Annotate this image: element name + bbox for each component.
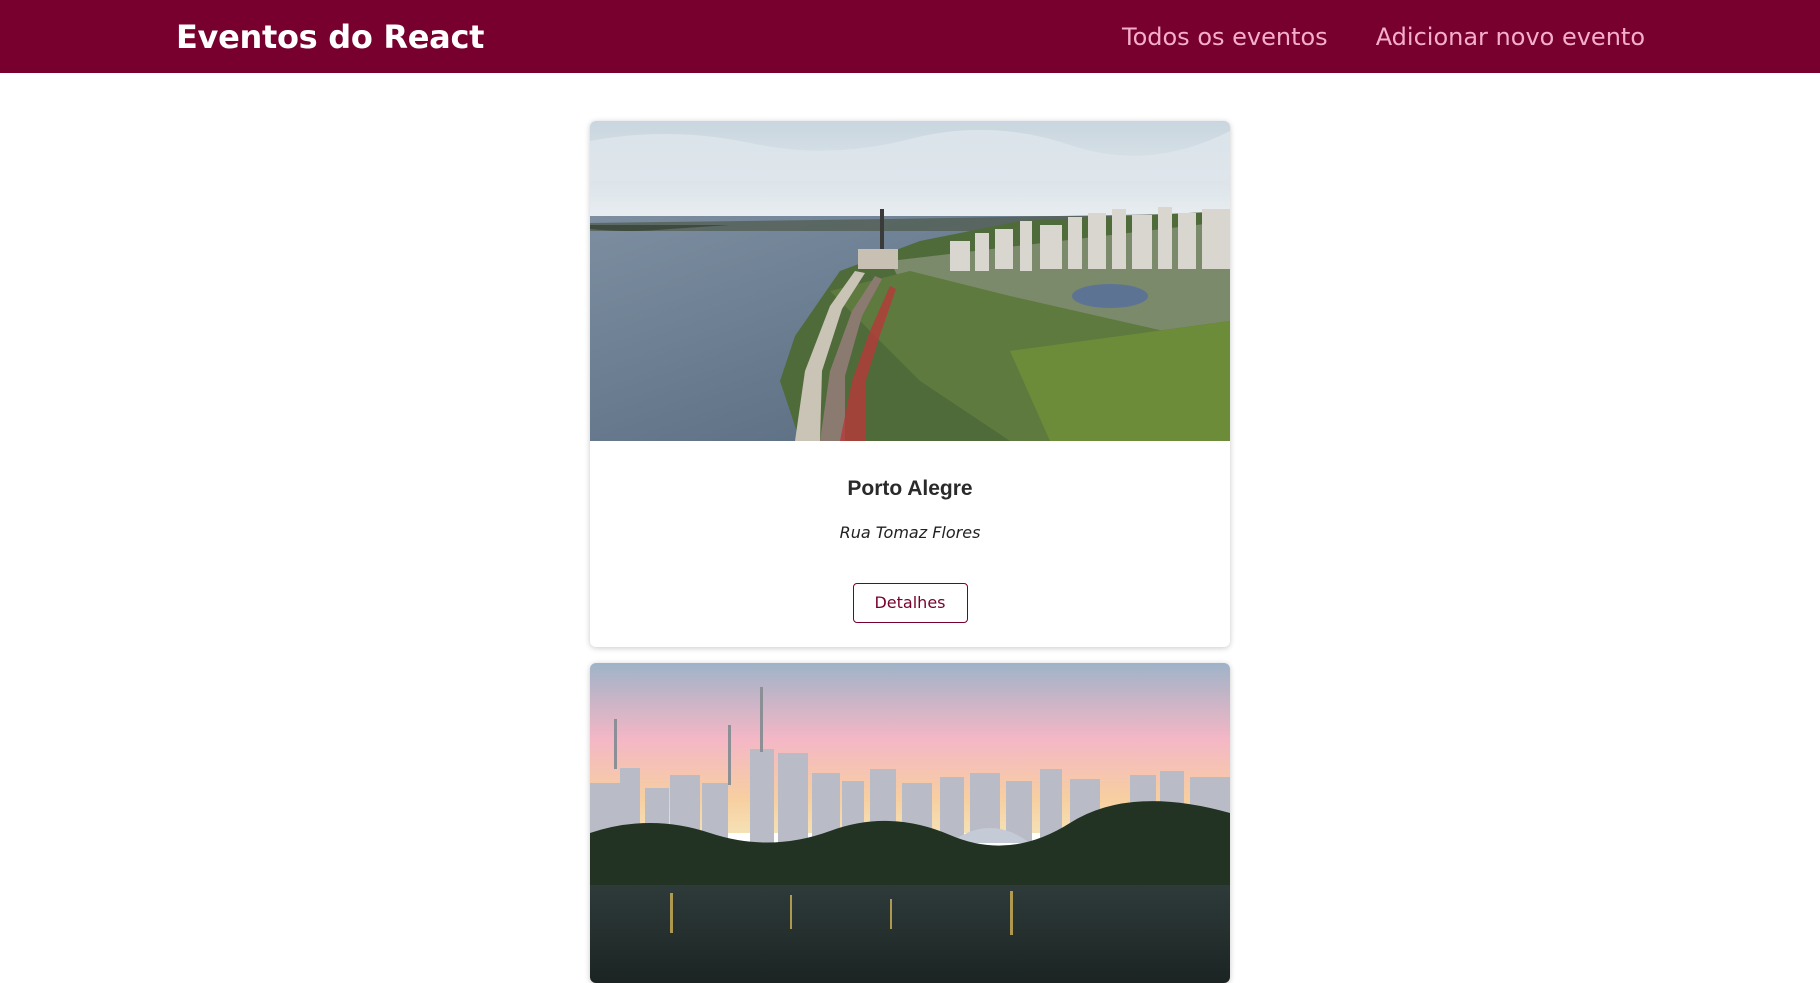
main-header: Eventos do React Todos os eventos Adicio… <box>0 0 1820 73</box>
event-card-body: Porto Alegre Rua Tomaz Flores Detalhes <box>590 441 1230 623</box>
event-address: Rua Tomaz Flores <box>839 523 981 542</box>
event-image <box>590 121 1230 441</box>
event-card: Porto Alegre Rua Tomaz Flores Detalhes <box>590 121 1230 647</box>
event-card <box>590 663 1230 983</box>
site-logo[interactable]: Eventos do React <box>176 18 484 56</box>
event-title: Porto Alegre <box>847 477 973 500</box>
details-button[interactable]: Detalhes <box>852 583 968 623</box>
main-nav: Todos os eventos Adicionar novo evento <box>1122 23 1645 51</box>
event-image <box>590 663 1230 983</box>
nav-add-event[interactable]: Adicionar novo evento <box>1376 23 1645 51</box>
nav-all-events[interactable]: Todos os eventos <box>1122 23 1328 51</box>
